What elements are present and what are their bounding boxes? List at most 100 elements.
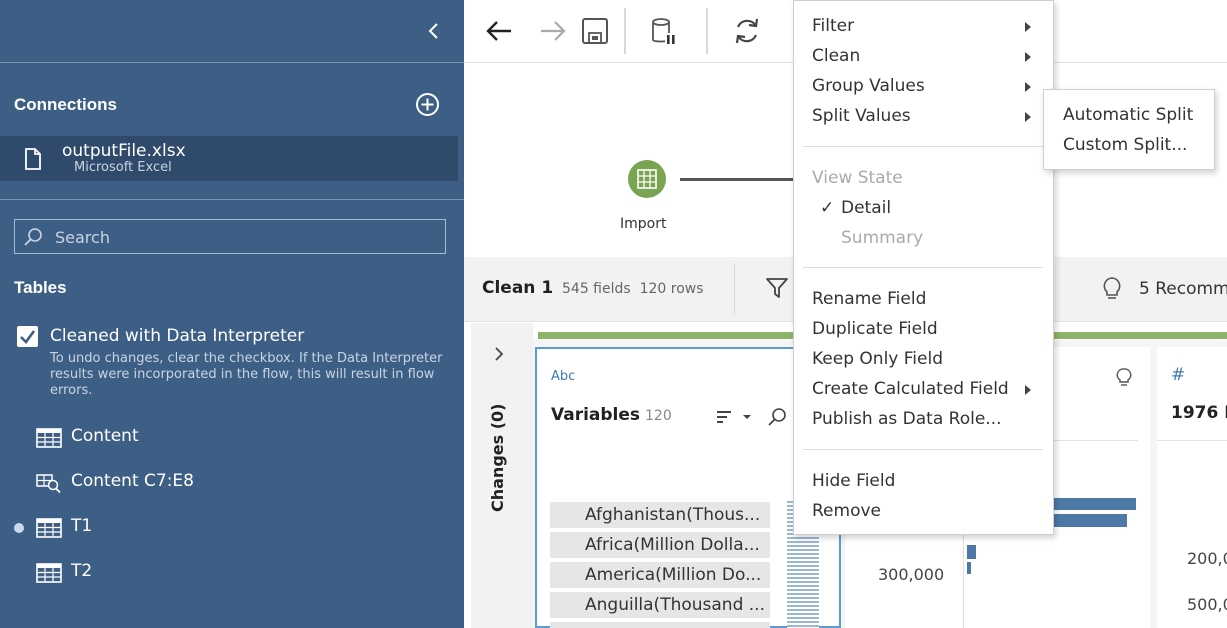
menu-separator — [803, 449, 1043, 450]
input-table-icon — [637, 169, 657, 189]
import-step-label: Import — [620, 216, 667, 232]
refresh-icon[interactable] — [730, 14, 764, 48]
lightbulb-icon[interactable] — [1100, 275, 1124, 303]
axis-tick-label: 200,0 — [1187, 549, 1227, 568]
back-arrow-icon[interactable] — [482, 14, 516, 48]
changes-panel[interactable]: Changes (0) — [471, 323, 533, 628]
data-interpreter-label[interactable]: Cleaned with Data Interpreter — [50, 326, 304, 346]
table-item-content[interactable]: Content — [0, 422, 464, 454]
search-input[interactable] — [55, 224, 435, 250]
menu-heading-view-state: View State — [812, 168, 903, 188]
menu-separator — [803, 267, 1043, 268]
menu-item-filter[interactable]: Filter — [812, 16, 854, 36]
menu-item-split-values[interactable]: Split Values — [812, 106, 911, 126]
sidebar-divider — [0, 62, 464, 63]
submenu-arrow-icon — [1025, 112, 1031, 122]
table-item-label: T1 — [71, 516, 93, 536]
changes-label: Changes (0) — [488, 403, 507, 513]
connection-item[interactable]: outputFile.xlsx Microsoft Excel — [0, 136, 458, 181]
value-row[interactable]: America(Million Do... — [550, 562, 770, 588]
toolbar-separator — [624, 8, 626, 54]
axis-tick-label: 500,0 — [1187, 595, 1227, 614]
menu-item-create-calculated-field[interactable]: Create Calculated Field — [812, 379, 1009, 399]
sidebar-divider — [0, 199, 464, 200]
flow-connector — [680, 178, 795, 181]
clean-step-stats: 545 fields 120 rows — [562, 281, 704, 297]
value-row[interactable] — [550, 622, 770, 628]
submenu-arrow-icon — [1025, 22, 1031, 32]
forward-arrow-icon[interactable] — [536, 14, 570, 48]
file-icon — [25, 148, 41, 170]
add-connection-icon[interactable] — [415, 92, 440, 117]
sort-icon[interactable] — [715, 407, 755, 427]
field-name[interactable]: 1976 F — [1171, 403, 1227, 423]
submenu-arrow-icon — [1025, 82, 1031, 92]
menu-item-custom-split[interactable]: Custom Split... — [1063, 135, 1187, 155]
collapse-sidebar-icon[interactable] — [424, 20, 444, 42]
menu-item-group-values[interactable]: Group Values — [812, 76, 925, 96]
value-row[interactable]: Africa(Million Dolla... — [550, 532, 770, 558]
histogram-bar[interactable] — [967, 545, 976, 559]
submenu-arrow-icon — [1025, 385, 1031, 395]
menu-separator — [803, 146, 1043, 147]
in-use-indicator — [14, 523, 24, 533]
menu-item-summary[interactable]: Summary — [841, 228, 923, 248]
lightbulb-icon[interactable] — [1115, 367, 1133, 389]
number-type-icon[interactable]: # — [1171, 365, 1185, 385]
value-row[interactable]: Anguilla(Thousand ... — [550, 592, 770, 618]
data-interpreter-checkbox[interactable] — [17, 326, 38, 347]
value-label: Afghanistan(Thous... — [585, 505, 761, 525]
check-icon: ✓ — [820, 198, 835, 218]
menu-item-hide-field[interactable]: Hide Field — [812, 471, 895, 491]
table-item-content-c7-e8[interactable]: Content C7:E8 — [0, 467, 464, 499]
recommendations-button[interactable]: 5 Recomm — [1139, 279, 1227, 299]
table-search[interactable] — [14, 219, 446, 254]
card-divider — [1157, 440, 1227, 441]
connection-name: outputFile.xlsx — [62, 141, 186, 161]
menu-item-remove[interactable]: Remove — [812, 501, 881, 521]
header-separator — [734, 263, 735, 315]
tables-heading: Tables — [14, 278, 67, 297]
data-interpreter-note: To undo changes, clear the checkbox. If … — [50, 351, 443, 398]
menu-item-clean[interactable]: Clean — [812, 46, 860, 66]
toolbar-separator — [706, 8, 708, 54]
table-icon — [36, 563, 62, 583]
value-row[interactable]: Afghanistan(Thous... — [550, 502, 770, 528]
table-item-t2[interactable]: T2 — [0, 557, 464, 589]
data-source-pause-icon[interactable] — [646, 14, 680, 48]
menu-item-keep-only-field[interactable]: Keep Only Field — [812, 349, 943, 369]
connection-type: Microsoft Excel — [74, 160, 172, 175]
named-range-icon — [36, 474, 61, 494]
search-icon[interactable] — [767, 407, 787, 427]
table-item-label: Content C7:E8 — [71, 471, 194, 491]
table-item-t1[interactable]: T1 — [0, 512, 464, 544]
menu-item-duplicate-field[interactable]: Duplicate Field — [812, 319, 938, 339]
save-icon[interactable] — [578, 14, 612, 48]
field-context-menu: Filter Clean Group Values Split Values V… — [793, 0, 1054, 535]
menu-item-publish-data-role[interactable]: Publish as Data Role... — [812, 409, 1002, 429]
table-item-label: T2 — [71, 561, 93, 581]
filter-icon[interactable] — [764, 275, 790, 301]
search-icon — [24, 228, 42, 246]
value-label: Anguilla(Thousand ... — [585, 595, 765, 615]
clean-step-title: Clean 1 — [482, 278, 554, 298]
row-count: 120 rows — [639, 281, 704, 297]
histogram-bar[interactable] — [967, 562, 971, 574]
expand-changes-icon[interactable] — [491, 345, 507, 363]
menu-item-detail[interactable]: Detail — [841, 198, 891, 218]
axis-tick-label: 300,000 — [878, 565, 945, 584]
profile-card-1976[interactable]: # 1976 F 200,0 500,0 — [1157, 347, 1227, 628]
submenu-arrow-icon — [1025, 52, 1031, 62]
connections-sidebar: Connections outputFile.xlsx Microsoft Ex… — [0, 0, 464, 628]
menu-item-rename-field[interactable]: Rename Field — [812, 289, 926, 309]
connections-heading: Connections — [14, 95, 117, 114]
split-values-submenu: Automatic Split Custom Split... — [1043, 89, 1215, 170]
value-label: America(Million Do... — [585, 565, 762, 585]
string-type-icon[interactable]: Abc — [551, 369, 575, 384]
distinct-count: 120 — [645, 408, 672, 424]
table-item-label: Content — [71, 426, 139, 446]
import-step-node[interactable] — [628, 160, 666, 198]
value-label: Africa(Million Dolla... — [585, 535, 760, 555]
field-name[interactable]: Variables — [551, 405, 640, 425]
menu-item-automatic-split[interactable]: Automatic Split — [1063, 105, 1193, 125]
